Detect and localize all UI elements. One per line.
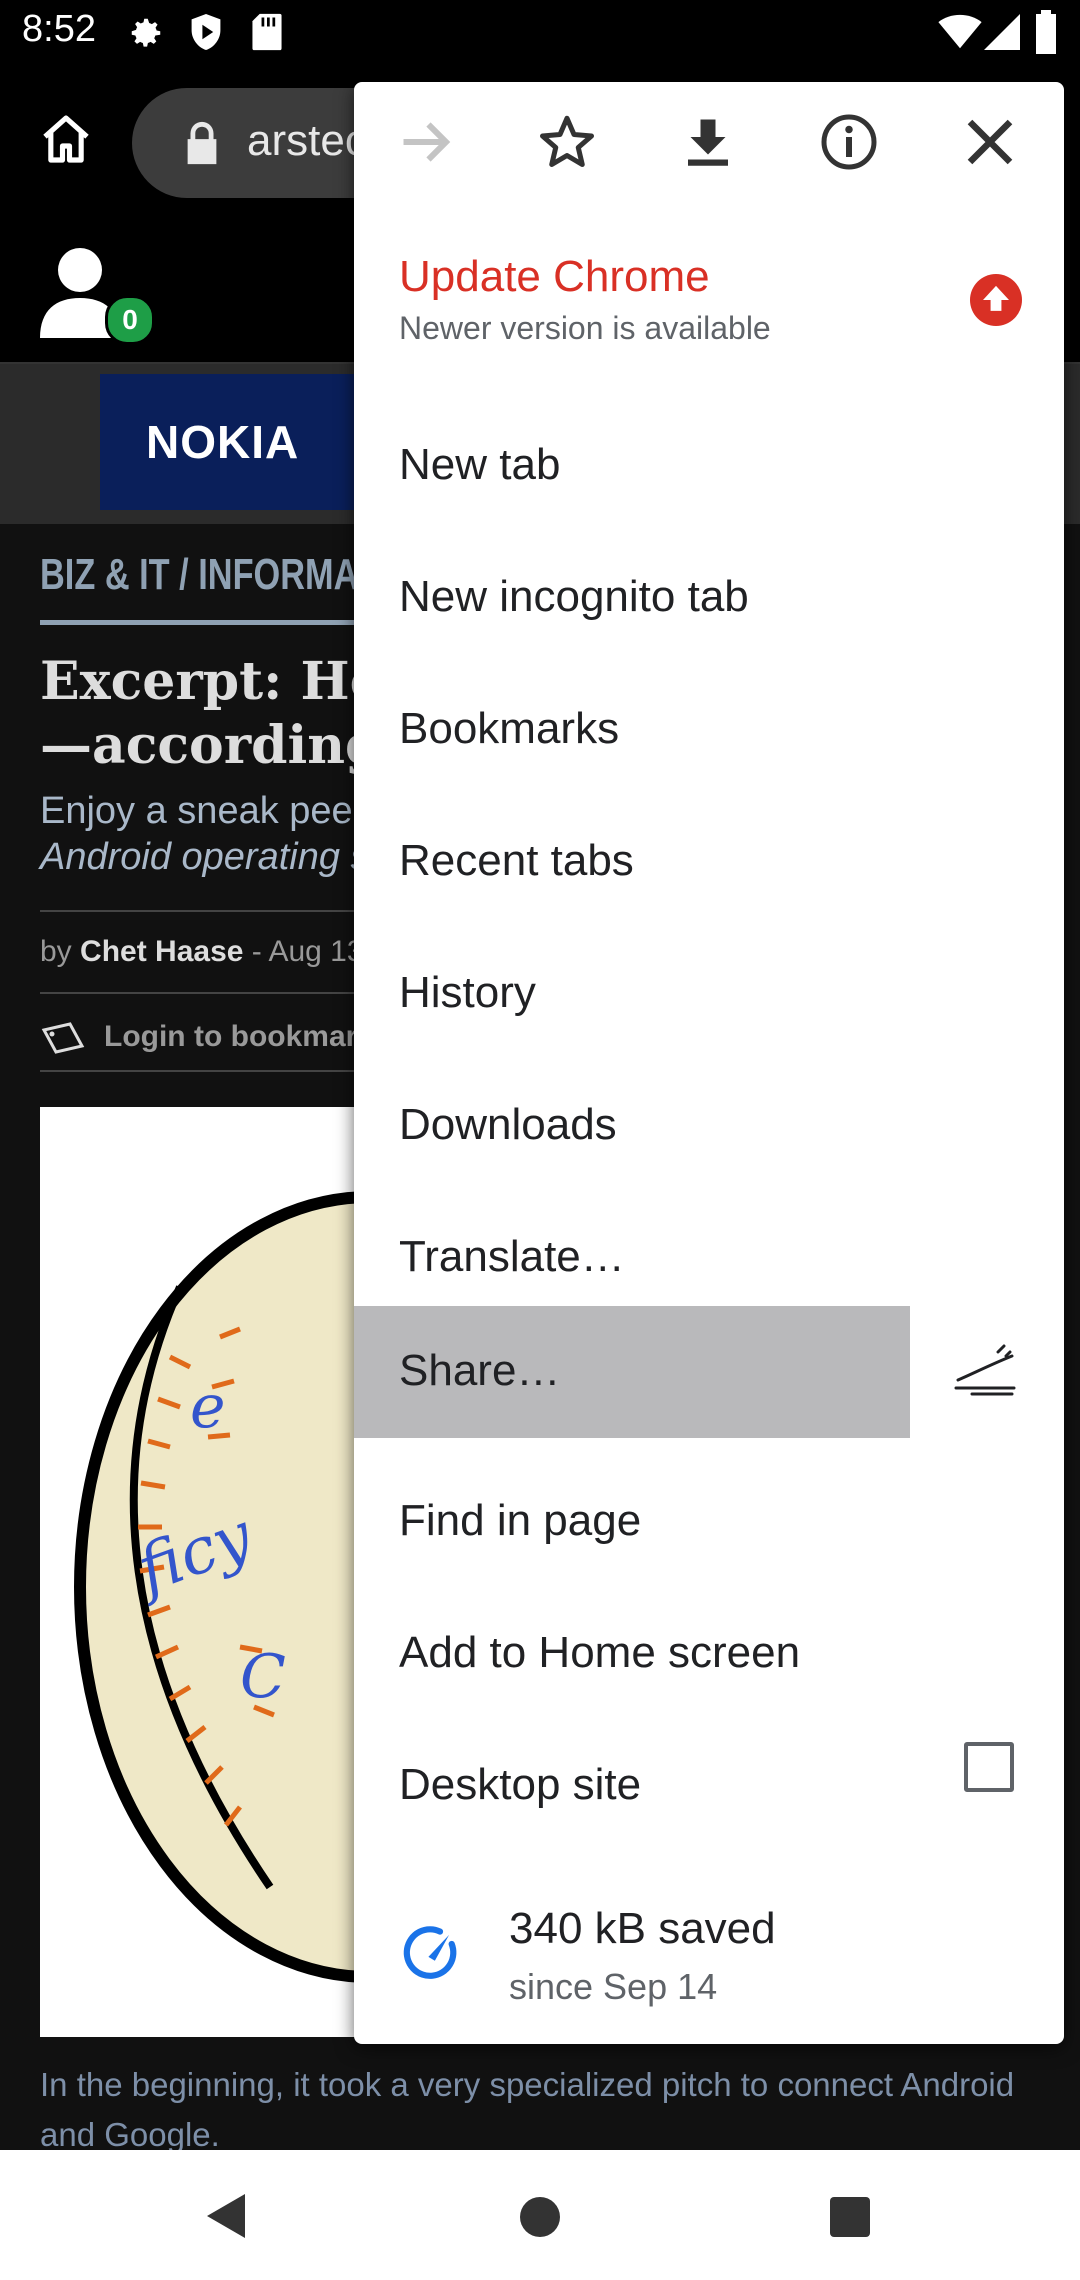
menu-item-label: Find in page [399,1496,642,1545]
menu-item-find-in-page[interactable]: Find in page [354,1456,1064,1588]
menu-item-history[interactable]: History [354,928,1064,1060]
byline: by Chet Haase - Aug 13 [40,935,364,969]
wifi-icon [938,14,982,49]
menu-item-label: History [399,968,536,1017]
menu-item-label: New incognito tab [399,572,749,621]
update-arrow-icon [970,274,1022,326]
system-nav-bar [0,2150,1080,2280]
update-title: Update Chrome [399,252,710,301]
back-icon[interactable] [205,2192,249,2240]
image-caption: In the beginning, it took a very special… [40,2066,1015,2153]
menu-item-label: Add to Home screen [399,1628,801,1677]
svg-text:e: e [190,1372,226,1442]
menu-item-new-incognito-tab[interactable]: New incognito tab [354,532,1064,664]
star-icon[interactable] [537,112,597,172]
byline-author[interactable]: Chet Haase [80,935,243,968]
byline-prefix: by [40,935,81,968]
recents-icon[interactable] [828,2195,872,2239]
notification-badge: 0 [105,295,155,345]
handwriting-share-icon[interactable] [952,1344,1018,1402]
menu-item-label: Downloads [399,1100,617,1149]
settings-icon [131,18,161,47]
menu-item-update-chrome[interactable] [354,222,1064,382]
battery-icon [1036,10,1056,54]
data-saved-subtitle: since Sep 14 [509,1966,718,2007]
data-saved-title: 340 kB saved [509,1904,776,1953]
chrome-overflow-menu: Update Chrome Newer version is available… [354,82,1064,2044]
home-icon[interactable] [38,111,94,167]
download-icon[interactable] [678,112,738,172]
menu-item-share[interactable]: Share… [354,1324,910,1456]
menu-item-add-to-home-screen[interactable]: Add to Home screen [354,1588,1064,1720]
divider [40,992,360,994]
menu-item-label: Recent tabs [399,836,634,885]
menu-item-label: New tab [399,440,561,489]
forward-arrow-icon[interactable] [396,112,456,172]
status-time: 8:52 [22,8,96,50]
article-dek: Enjoy a sneak peek Android operating s [40,788,372,880]
menu-item-translate[interactable]: Translate… [354,1192,1064,1324]
login-bookmark-link[interactable]: Login to bookmark [40,1020,374,1054]
menu-item-label: Desktop site [399,1760,642,1809]
menu-item-label: Share… [399,1346,561,1395]
status-bar: 8:52 [0,0,1080,66]
bookmark-tag-icon [41,1022,85,1054]
baseball-illustration: e ficy C [74,1191,360,1983]
menu-item-new-tab[interactable]: New tab [354,400,1064,532]
byline-date: - Aug 13 [243,935,364,968]
menu-item-downloads[interactable]: Downloads [354,1060,1064,1192]
signal-icon [984,14,1020,50]
close-icon[interactable] [960,112,1020,172]
sd-card-icon [252,13,282,51]
shield-play-icon [191,14,221,50]
login-text: Login to bookmark [104,1020,374,1053]
info-icon[interactable] [819,112,879,172]
section-underline [40,620,360,625]
svg-text:C: C [240,1642,286,1712]
home-button-icon[interactable] [518,2195,562,2239]
menu-item-bookmarks[interactable]: Bookmarks [354,664,1064,796]
menu-item-desktop-site[interactable]: Desktop site [354,1720,1064,1852]
menu-item-recent-tabs[interactable]: Recent tabs [354,796,1064,928]
divider [40,1070,360,1072]
dek-line-2: Android operating s [40,836,370,878]
divider [40,910,360,912]
desktop-site-checkbox[interactable] [964,1742,1014,1792]
article-image: e ficy C [40,1107,360,2037]
menu-item-label: Bookmarks [399,704,620,753]
menu-icon-row [354,82,1064,214]
dek-line-1: Enjoy a sneak peek [40,790,372,832]
menu-item-label: Translate… [399,1232,625,1281]
update-subtitle: Newer version is available [399,310,771,346]
lock-icon [187,121,217,165]
data-saver-gauge-icon [403,1926,457,1979]
